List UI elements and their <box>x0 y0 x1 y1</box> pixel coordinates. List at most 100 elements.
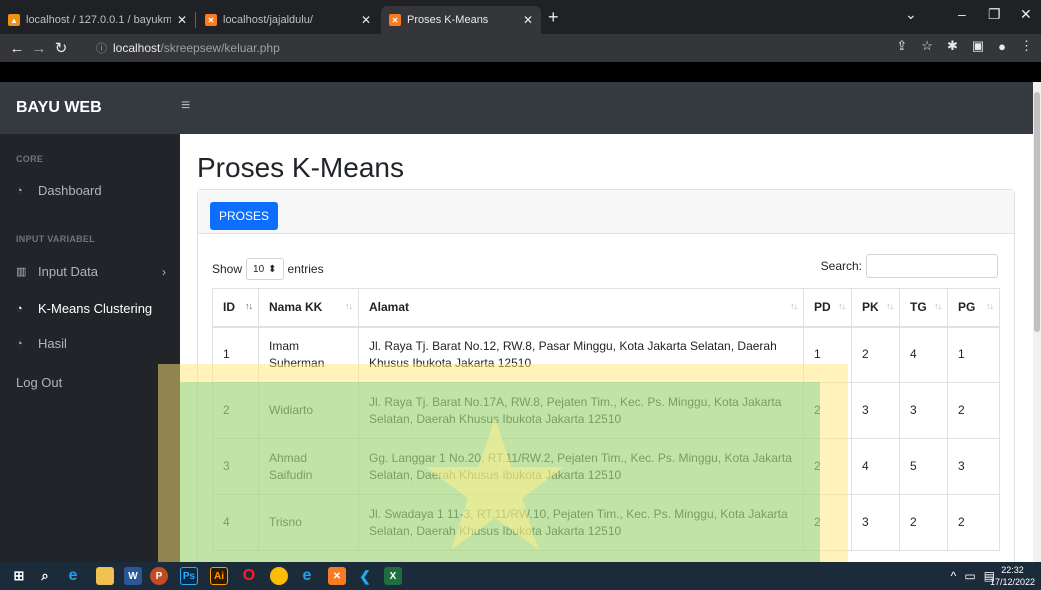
close-icon[interactable]: ✕ <box>361 13 371 27</box>
xampp-icon: ✕ <box>205 14 217 26</box>
sort-icon: ↑↓ <box>986 301 994 311</box>
browser-toolbar: ← → ↻ ⓘ localhost/skreepsew/keluar.php ⇪… <box>0 34 1041 62</box>
kebab-menu-icon[interactable]: ⋮ <box>1020 38 1033 54</box>
new-tab-button[interactable]: + <box>548 8 559 26</box>
browser-tab-jajaldulu[interactable]: ✕ localhost/jajaldulu/ ✕ <box>197 6 379 34</box>
brand-logo[interactable]: BAYU WEB <box>16 99 102 117</box>
columns-icon: ▥ <box>16 266 27 278</box>
url-path: /skreepsew/keluar.php <box>160 41 280 55</box>
column-header-id[interactable]: ID ↑↓ <box>212 288 259 328</box>
hamburger-icon[interactable]: ≡ <box>181 97 190 115</box>
share-icon[interactable]: ⇪ <box>896 38 907 54</box>
internet-explorer-icon[interactable]: e <box>64 567 82 585</box>
clock-date: 17/12/2022 <box>989 577 1035 587</box>
chevron-up-icon[interactable]: ^ <box>951 569 957 583</box>
search-icon[interactable]: ⌕ <box>36 567 54 585</box>
url-host: localhost <box>113 41 161 55</box>
proses-button[interactable]: PROSES <box>210 202 279 230</box>
tab-title: localhost/jajaldulu/ <box>223 14 313 26</box>
chrome-icon[interactable] <box>270 567 288 585</box>
tab-title: Proses K-Means <box>407 14 489 26</box>
browser-tab-phpmyadmin[interactable]: ▲ localhost / 127.0.0.1 / bayukmea ✕ <box>0 6 195 34</box>
excel-icon[interactable]: X <box>384 567 402 585</box>
entries-label: entries <box>287 262 324 276</box>
column-header-pd[interactable]: PD ↑↓ <box>803 288 852 328</box>
cell-pg: 3 <box>947 438 1000 495</box>
column-header-tg[interactable]: TG ↑↓ <box>899 288 948 328</box>
clock-time: 22:32 <box>1001 565 1024 575</box>
photoshop-icon[interactable]: Ps <box>180 567 198 585</box>
sort-icon: ↑↓ <box>345 301 353 311</box>
battery-icon[interactable]: ▭ <box>964 569 975 583</box>
search-label: Search: <box>820 259 862 273</box>
star-icon[interactable]: ☆ <box>921 38 933 54</box>
sidebar-item-hasil[interactable]: ◔ Hasil <box>16 336 166 351</box>
back-arrow-icon[interactable]: ← <box>6 40 28 57</box>
sort-asc-icon: ↑↓ <box>245 301 253 311</box>
cell-pk: 2 <box>851 326 900 383</box>
column-header-alamat[interactable]: Alamat ↑↓ <box>358 288 804 328</box>
file-explorer-icon[interactable] <box>96 567 114 585</box>
sidebar-item-label: Dashboard <box>38 183 102 198</box>
extensions-icon[interactable]: ✱ <box>947 38 958 54</box>
opera-icon[interactable]: O <box>240 567 258 585</box>
tachometer-icon: ◔ <box>16 184 23 197</box>
column-header-nama[interactable]: Nama KK ↑↓ <box>258 288 359 328</box>
cell-tg: 5 <box>899 438 948 495</box>
chevron-down-icon[interactable]: ⌄ <box>905 6 917 23</box>
scrollbar-thumb[interactable] <box>1034 92 1040 332</box>
page-scrollbar[interactable] <box>1033 82 1041 562</box>
search-control: Search: <box>821 254 998 278</box>
close-icon[interactable]: ✕ <box>177 13 187 27</box>
close-window-button[interactable]: ✕ <box>1020 6 1032 23</box>
black-strip <box>0 62 1041 82</box>
edge-icon[interactable]: e <box>298 567 316 585</box>
word-icon[interactable]: W <box>124 567 142 585</box>
reload-icon[interactable]: ↻ <box>50 39 72 57</box>
forward-arrow-icon[interactable]: → <box>28 40 50 57</box>
entries-length-control: Show 10 ⬍ entries <box>212 258 324 280</box>
cell-pg: 2 <box>947 382 1000 439</box>
system-tray: ^ ▭ ▤ <box>951 569 995 583</box>
sidepanel-icon[interactable]: ▣ <box>972 38 984 54</box>
cell-tg: 3 <box>899 382 948 439</box>
xampp-icon[interactable]: ✕ <box>328 567 346 585</box>
close-icon[interactable]: ✕ <box>523 13 533 27</box>
page-title: Proses K-Means <box>197 152 404 183</box>
sidebar-item-label: Hasil <box>38 336 67 351</box>
xampp-icon: ✕ <box>389 14 401 26</box>
tachometer-icon: ◔ <box>16 302 23 315</box>
sidebar-item-kmeans[interactable]: ◔ K-Means Clustering <box>16 301 166 316</box>
column-header-pk[interactable]: PK ↑↓ <box>851 288 900 328</box>
powerpoint-icon[interactable]: P <box>150 567 168 585</box>
search-input[interactable] <box>866 254 998 278</box>
cell-tg: 4 <box>899 326 948 383</box>
sidebar-item-dashboard[interactable]: ◔ Dashboard <box>16 183 166 198</box>
tab-title: localhost / 127.0.0.1 / bayukmea <box>26 14 171 26</box>
address-bar[interactable]: ⓘ localhost/skreepsew/keluar.php <box>96 38 876 58</box>
tachometer-icon: ◔ <box>16 337 23 350</box>
chevron-right-icon: › <box>162 264 166 279</box>
tab-separator <box>195 12 196 28</box>
illustrator-icon[interactable]: Ai <box>210 567 228 585</box>
taskbar-clock[interactable]: 22:32 17/12/2022 <box>990 564 1035 588</box>
profile-icon[interactable]: ● <box>998 39 1006 54</box>
cell-pk: 4 <box>851 438 900 495</box>
sidebar-item-logout[interactable]: Log Out <box>16 375 166 390</box>
entries-select[interactable]: 10 ⬍ <box>246 258 284 280</box>
sort-icon: ↑↓ <box>790 301 798 311</box>
card-header: PROSES <box>198 190 1014 234</box>
windows-start-icon[interactable]: ⊞ <box>10 567 28 585</box>
browser-tab-proses-kmeans[interactable]: ✕ Proses K-Means ✕ <box>381 6 541 34</box>
cell-tg: 2 <box>899 494 948 551</box>
cell-pg: 1 <box>947 326 1000 383</box>
browser-tab-bar: ▲ localhost / 127.0.0.1 / bayukmea ✕ ✕ l… <box>0 0 1041 34</box>
sort-icon: ↑↓ <box>838 301 846 311</box>
vscode-icon[interactable]: ❮ <box>356 567 374 585</box>
phpmyadmin-icon: ▲ <box>8 14 20 26</box>
minimize-button[interactable]: – <box>958 6 966 22</box>
restore-button[interactable]: ❐ <box>988 6 1001 23</box>
info-icon[interactable]: ⓘ <box>96 40 107 56</box>
sidebar-item-input-data[interactable]: ▥ Input Data › <box>16 264 166 279</box>
column-header-pg[interactable]: PG ↑↓ <box>947 288 1000 328</box>
